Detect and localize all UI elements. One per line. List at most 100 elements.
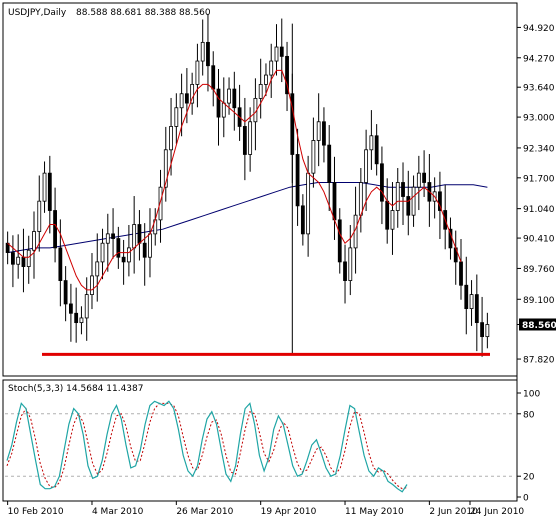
candle [79,306,84,335]
candle [253,78,258,151]
candle-body [390,210,395,230]
candle-body [411,186,416,216]
stoch-axis: 100 80 20 0 [517,390,540,504]
price-tick-label: 94.270 [523,54,555,64]
price-tick-label: 91.700 [523,174,555,184]
candle-body [406,196,411,216]
candle-body [295,154,300,207]
candle [216,68,221,146]
candle [174,93,179,144]
candle-body [53,210,57,249]
candle-body [316,121,321,141]
candle [137,210,142,261]
candle-body [63,280,68,305]
candle-body [126,247,131,263]
candle-body [311,140,316,174]
candle-body [116,238,121,258]
candle-body [306,172,311,235]
candle [100,228,105,280]
candle-body [47,172,52,211]
candle [358,168,363,233]
candle [237,84,242,141]
candle [195,43,200,108]
candle [116,226,121,269]
candle [274,24,279,76]
price-tick-label: 93.000 [523,114,555,124]
candle-body [95,261,100,277]
candle-body [274,46,279,62]
candle [153,208,158,246]
candle [163,126,168,202]
candle [132,196,137,274]
time-tick-label: 24 Jun 2010 [470,507,524,517]
candle-body [469,294,474,310]
candle [332,156,337,240]
candle [232,71,237,131]
stoch-tick-label: 20 [523,473,535,483]
candle-body [332,182,337,221]
price-tick-label: 91.040 [523,205,555,215]
candle [221,77,226,138]
time-tick-label: 19 Apr 2010 [261,507,317,517]
candle-body [474,294,479,324]
candle-body [200,41,205,62]
candle [343,244,347,304]
candle-body [343,261,347,281]
candle [448,217,453,260]
candle-body [264,74,268,85]
candle [406,170,411,236]
candle [469,280,474,326]
candle-body [459,261,463,286]
candle-body [279,46,284,57]
time-tick-label: 26 Mar 2010 [176,507,233,517]
candle [316,93,321,167]
candle-body [401,182,405,197]
price-tick-label: 89.100 [523,296,555,306]
chart-canvas: 94.920 94.270 93.640 93.000 92.340 91.700 91.0… [2,2,557,517]
candle-body [132,224,137,249]
candle [385,178,390,244]
chart-symbol-label: USDJPY,Daily [8,8,67,18]
candle [105,213,110,272]
candle [47,155,52,234]
candle-body [358,182,363,216]
candle [337,208,342,274]
candle-body [258,84,263,99]
candle [295,128,300,226]
candle-body [364,149,369,183]
candle-body [480,322,484,338]
candle [453,230,458,285]
candle-body [216,88,221,118]
candle-body [337,219,342,263]
candle [37,175,42,252]
candle-body [37,200,42,232]
candle [464,256,469,335]
chart-window: 94.920 94.270 93.640 93.000 92.340 91.700 91.0… [0,0,559,522]
candle-body [42,172,47,202]
candle [380,146,384,225]
candle-body [395,182,400,211]
price-tick-label: 94.920 [523,24,555,34]
last-price-label: 88.560 [522,321,557,331]
candle [200,19,205,76]
candle-body [485,324,490,338]
candle-body [21,256,26,267]
candle [401,162,405,225]
candle [26,235,31,284]
candle-body [322,121,326,146]
candle-body [121,256,126,263]
candle-body [11,252,15,265]
candle-body [422,172,427,183]
candle-body [79,317,84,324]
candle [485,312,490,349]
time-axis: 10 Feb 2010 4 Mar 2010 26 Mar 2010 19 Apr 2… [7,501,524,517]
candle-body [348,247,353,281]
price-tick-label: 92.340 [523,144,555,154]
candle [63,266,68,322]
candle [84,277,89,341]
candle-body [269,60,274,76]
candle-body [90,275,94,295]
candle-body [369,135,374,151]
candle [459,239,463,300]
candle-body [74,312,79,324]
